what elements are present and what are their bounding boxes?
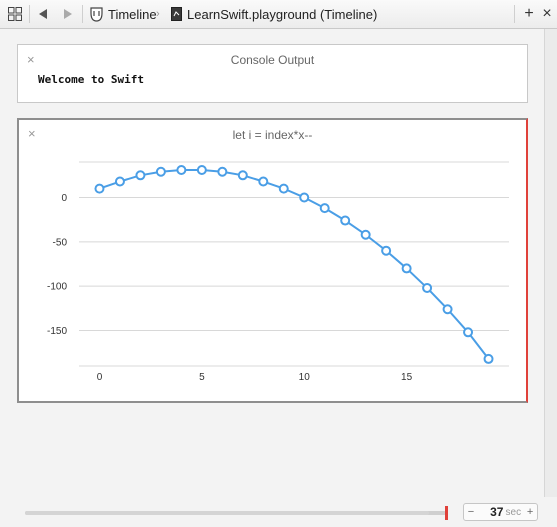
y-tick-label: -100 [47,282,67,293]
timeline-current-marker[interactable] [445,506,448,520]
data-point [463,327,474,338]
right-gutter [544,29,557,497]
stepper-decrement-button[interactable]: − [464,506,478,518]
timeline-slider-fill [25,511,430,515]
toolbar-divider [514,5,515,23]
data-point [299,192,310,203]
data-point [360,229,371,240]
y-tick-label: -150 [47,326,67,337]
stepper-increment-button[interactable]: + [523,506,537,518]
jump-bar: Timeline › LearnSwift.playground (Timeli… [0,0,557,29]
x-tick-label: 5 [199,372,205,383]
line-chart: 0 -50 -100 -150 0 5 10 15 [47,161,509,383]
duration-unit: sec [505,506,522,518]
data-point [217,166,228,177]
console-title: Console Output [230,53,315,67]
x-tick-label: 10 [299,372,311,383]
data-point [319,203,330,214]
duration-value: 37 [490,505,504,519]
data-point [94,183,105,194]
toolbar-divider [29,5,30,23]
data-point [237,170,248,181]
value-history-panel[interactable]: × let i = index*x-- 0 -50 -100 -150 0 5 10 15 [17,118,528,403]
timeline-scrubber-bar: − 37 sec + [0,497,557,527]
timeline-slider-track[interactable] [25,511,446,515]
data-point [381,245,392,256]
console-text: Welcome to Swift [38,73,144,86]
back-arrow-icon[interactable] [36,0,50,28]
x-tick-label: 0 [97,372,103,383]
data-point [196,164,207,175]
y-tick-label: 0 [61,193,67,204]
data-point [340,215,351,226]
data-point [258,176,269,187]
breadcrumb-timeline[interactable]: Timeline [108,0,157,28]
breadcrumb-file[interactable]: LearnSwift.playground (Timeline) [187,0,377,28]
console-output-panel: × Console Output Welcome to Swift [17,44,528,103]
data-point [155,166,166,177]
data-point [483,353,494,364]
forward-arrow-icon[interactable] [60,0,74,28]
x-tick-label: 15 [401,372,413,383]
toolbar-divider [82,5,83,23]
close-icon[interactable]: × [541,0,553,28]
timeline-icon [89,0,103,28]
data-point [114,176,125,187]
playground-file-icon [170,0,182,28]
grid-icon[interactable] [6,0,24,28]
breadcrumb-chevron-icon: › [156,8,160,20]
data-point [401,263,412,274]
data-point [422,282,433,293]
duration-stepper: − 37 sec + [463,503,538,521]
data-point [176,164,187,175]
data-point [442,304,453,315]
y-tick-label: -50 [53,237,68,248]
plus-icon[interactable]: + [521,0,537,28]
data-point [135,170,146,181]
data-point [278,183,289,194]
